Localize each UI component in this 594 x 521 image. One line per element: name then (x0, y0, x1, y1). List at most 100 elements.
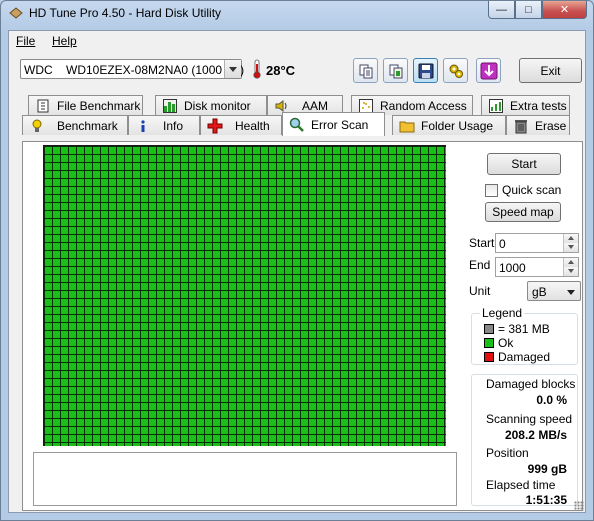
tab-info[interactable]: Info (128, 115, 200, 135)
tab-erase[interactable]: Erase (506, 115, 570, 135)
tab-label: Health (235, 118, 270, 133)
legend-label: Ok (498, 336, 514, 350)
download-button[interactable] (476, 58, 501, 83)
tab-label: Disk monitor (184, 98, 251, 113)
legend-label: = 381 MB (498, 322, 550, 336)
extra-tests-icon (488, 98, 504, 114)
start-scan-button[interactable]: Start (487, 153, 561, 175)
legend-item-ok: Ok (484, 336, 513, 350)
unit-select[interactable]: gB (527, 281, 581, 301)
tab-folder-usage[interactable]: Folder Usage (392, 115, 506, 135)
tab-label: Random Access (380, 98, 467, 113)
unit-value: gB (532, 285, 547, 299)
copy-text-button[interactable] (353, 58, 378, 83)
options-icon (449, 64, 463, 78)
legend-item-damaged: Damaged (484, 350, 550, 364)
lightbulb-icon (29, 118, 45, 134)
end-spinbox[interactable]: 1000 (495, 257, 579, 277)
thermometer-icon (253, 59, 261, 79)
options-button[interactable] (443, 58, 468, 83)
tab-disk-monitor[interactable]: Disk monitor (155, 95, 267, 115)
exit-button[interactable]: Exit (519, 58, 582, 83)
tab-extra-tests[interactable]: Extra tests (481, 95, 570, 115)
tab-label: Benchmark (57, 118, 118, 133)
error-scan-panel: Start Quick scan Speed map Start 0 End 1… (22, 141, 583, 511)
legend-label: Damaged (498, 350, 551, 364)
legend-swatch (484, 352, 494, 362)
position-label: Position (486, 446, 529, 460)
elapsed-time-label: Elapsed time (486, 478, 556, 492)
unit-label: Unit (469, 284, 491, 298)
trash-icon (513, 118, 529, 134)
tab-label: Folder Usage (421, 118, 494, 133)
tab-file-benchmark[interactable]: File Benchmark (28, 95, 143, 115)
save-icon (418, 63, 433, 78)
scanning-speed-label: Scanning speed (486, 412, 573, 426)
copy-screenshot-button[interactable] (383, 58, 408, 83)
legend-swatch (484, 338, 494, 348)
scan-block-cells (44, 146, 446, 446)
scanning-speed-value: 208.2 MB/s (504, 428, 567, 442)
elapsed-time-value: 1:51:35 (525, 493, 567, 507)
quick-scan-checkbox-row[interactable]: Quick scan (485, 183, 561, 197)
start-label: Start (469, 236, 495, 250)
app-disk-icon (9, 7, 23, 19)
legend-item-block-size: = 381 MB (484, 322, 550, 336)
title-bar[interactable]: HD Tune Pro 4.50 - Hard Disk Utility — □… (1, 1, 593, 27)
spin-down-icon[interactable] (563, 243, 578, 252)
client-area: File Help WDC WD10EZEX-08M2NA0 (1000 gB)… (8, 30, 586, 513)
disk-monitor-icon (162, 98, 178, 114)
end-label: End (469, 258, 491, 272)
info-icon (135, 118, 151, 134)
damaged-blocks-value: 0.0 % (536, 393, 567, 407)
health-cross-icon (207, 118, 223, 134)
tab-health[interactable]: Health (200, 115, 282, 135)
file-benchmark-icon (35, 98, 51, 114)
spin-down-icon[interactable] (563, 267, 578, 276)
menu-file[interactable]: File (16, 34, 35, 48)
tab-label: Extra tests (510, 98, 567, 113)
tab-strip: File Benchmark Disk monitor AAM Random A… (9, 95, 585, 143)
drive-select[interactable]: WDC WD10EZEX-08M2NA0 (1000 gB) (20, 59, 245, 79)
window-title: HD Tune Pro 4.50 - Hard Disk Utility (29, 6, 222, 20)
close-button[interactable]: ✕ (542, 1, 587, 19)
menu-bar: File Help (9, 31, 585, 51)
app-window: HD Tune Pro 4.50 - Hard Disk Utility — □… (0, 0, 594, 521)
menu-help[interactable]: Help (52, 34, 77, 48)
start-value: 0 (499, 237, 506, 251)
scan-controls: Start Quick scan Speed map Start 0 End 1… (468, 142, 581, 510)
quick-scan-checkbox[interactable] (485, 183, 498, 197)
copy-screenshot-icon (389, 64, 402, 78)
tab-label: Erase (535, 118, 567, 133)
minimize-button[interactable]: — (488, 1, 515, 19)
position-value: 999 gB (527, 462, 567, 476)
toolbar: WDC WD10EZEX-08M2NA0 (1000 gB) 28°C Exit (9, 51, 585, 91)
damaged-blocks-label: Damaged blocks (486, 377, 576, 391)
quick-scan-label: Quick scan (502, 183, 562, 197)
tab-benchmark[interactable]: Benchmark (22, 115, 128, 135)
stats-group: Damaged blocks 0.0 % Scanning speed 208.… (471, 374, 578, 507)
scan-block-grid (43, 145, 446, 446)
tab-label: Error Scan (311, 117, 369, 132)
legend-title: Legend (480, 306, 525, 320)
save-button[interactable] (413, 58, 438, 83)
start-spinbox[interactable]: 0 (495, 233, 579, 253)
tab-label: File Benchmark (57, 98, 141, 113)
scan-log-box[interactable] (33, 452, 457, 506)
tab-error-scan[interactable]: Error Scan (282, 112, 385, 136)
end-value: 1000 (499, 261, 526, 275)
legend-group: Legend = 381 MB Ok Damaged (471, 306, 578, 365)
drive-select-value: WDC WD10EZEX-08M2NA0 (1000 gB) (24, 63, 245, 77)
legend-swatch (484, 324, 494, 334)
tab-label: AAM (302, 98, 329, 113)
copy-text-icon (359, 64, 372, 78)
download-arrow-icon (480, 62, 497, 79)
resize-grip[interactable] (574, 501, 584, 511)
speed-map-button[interactable]: Speed map (485, 202, 561, 222)
temperature-readout: 28°C (266, 63, 296, 78)
magnifier-icon (289, 117, 305, 133)
tab-label: Info (163, 118, 184, 133)
chevron-down-icon (224, 60, 241, 78)
maximize-button[interactable]: □ (515, 1, 542, 19)
folder-icon (399, 118, 415, 134)
